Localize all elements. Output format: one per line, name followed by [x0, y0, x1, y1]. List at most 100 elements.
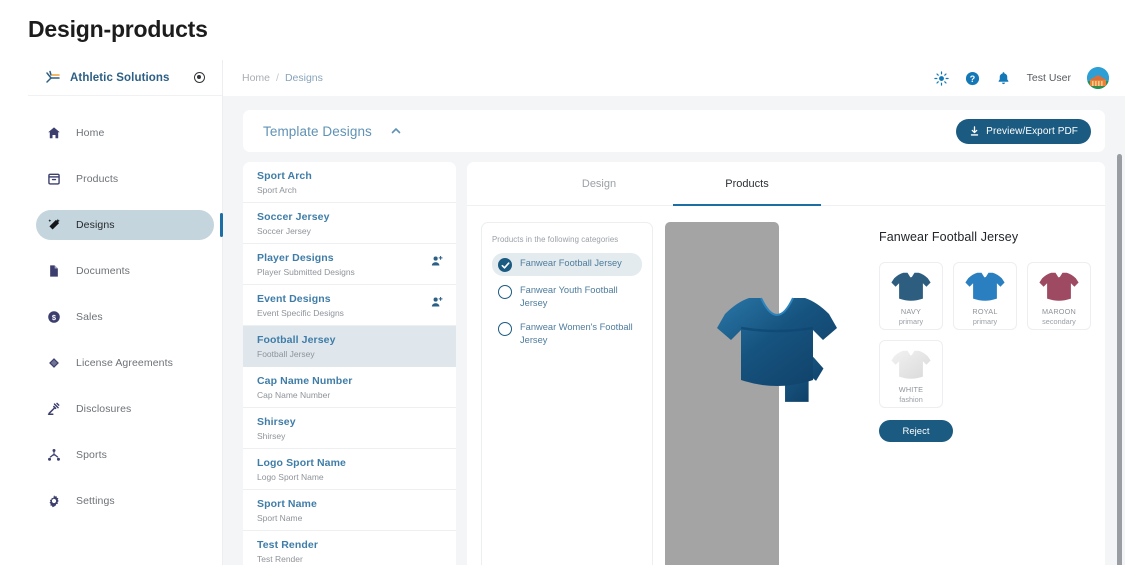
tab-products[interactable]: Products — [673, 162, 821, 206]
app-window: Athletic Solutions Home Products Designs Do… — [28, 60, 1125, 565]
template-list-item[interactable]: Football Jersey Football Jersey — [243, 326, 456, 367]
color-name: ROYAL — [972, 307, 998, 316]
template-description: Football Jersey — [257, 349, 315, 359]
reject-button[interactable]: Reject — [879, 420, 953, 442]
sidebar-item-sports[interactable]: Sports — [36, 440, 214, 470]
color-swatch[interactable]: ROYAL primary — [953, 262, 1017, 330]
jersey-thumbnail-icon — [1038, 269, 1080, 303]
brightness-icon[interactable] — [933, 70, 949, 86]
template-description: Cap Name Number — [257, 390, 331, 400]
template-name: Football Jersey — [257, 334, 336, 346]
color-type: secondary — [1042, 317, 1076, 326]
download-icon — [969, 125, 980, 137]
template-description: Sport Name — [257, 513, 303, 523]
category-option[interactable]: Fanwear Football Jersey — [492, 253, 642, 276]
template-list-item[interactable]: Soccer Jersey Soccer Jersey — [243, 203, 456, 244]
help-circle-icon[interactable]: ? — [965, 71, 980, 86]
sidebar-item-label: Designs — [76, 219, 115, 231]
color-name: WHITE — [898, 385, 924, 394]
sidebar-item-disclosures[interactable]: Disclosures — [36, 394, 214, 424]
tab-design[interactable]: Design — [525, 162, 673, 205]
category-label: Fanwear Women's Football Jersey — [520, 322, 633, 345]
jersey-thumbnail-icon — [890, 269, 932, 303]
page-title: Design-products — [28, 16, 208, 42]
sidebar-item-label: Settings — [76, 495, 115, 507]
scrollbar-thumb[interactable] — [1117, 154, 1122, 565]
template-list-item[interactable]: Player Designs Player Submitted Designs — [243, 244, 456, 285]
color-name: NAVY — [900, 307, 922, 316]
template-name: Soccer Jersey — [257, 211, 330, 223]
radio-icon[interactable] — [498, 285, 512, 299]
jersey-thumbnail-icon — [964, 269, 1006, 303]
bell-icon[interactable] — [996, 71, 1011, 86]
categories-caption: Products in the following categories — [492, 235, 619, 244]
category-list: Fanwear Football Jersey Fanwear Youth Foo… — [492, 253, 642, 350]
template-list-item[interactable]: Cap Name Number Cap Name Number — [243, 367, 456, 408]
template-name: Event Designs — [257, 293, 331, 305]
diamond-icon — [46, 355, 62, 371]
jersey-preview-image — [715, 284, 855, 426]
sidebar-item-designs[interactable]: Designs — [36, 210, 223, 240]
color-type: primary — [972, 317, 998, 326]
avatar[interactable] — [1087, 67, 1109, 89]
gear-icon — [46, 493, 62, 509]
template-list-item[interactable]: Logo Sport Name Logo Sport Name — [243, 449, 456, 490]
category-label: Fanwear Football Jersey — [520, 258, 622, 268]
template-name: Player Designs — [257, 252, 334, 264]
add-person-icon[interactable] — [431, 255, 443, 267]
brand-name: Athletic Solutions — [70, 71, 170, 84]
color-name: MAROON — [1041, 307, 1077, 316]
sports-network-icon — [46, 447, 62, 463]
sidebar-item-sales[interactable]: $ Sales — [36, 302, 214, 332]
sidebar-item-settings[interactable]: Settings — [36, 486, 214, 516]
home-icon — [46, 125, 62, 141]
template-name: Sport Name — [257, 498, 317, 510]
radio-icon[interactable] — [498, 322, 512, 337]
add-person-icon[interactable] — [431, 296, 443, 308]
template-name: Sport Arch — [257, 170, 312, 182]
scrollbar-track[interactable] — [1114, 96, 1125, 565]
category-option[interactable]: Fanwear Youth Football Jersey — [492, 280, 642, 313]
archive-box-icon — [46, 171, 62, 187]
sidebar-item-license-agreements[interactable]: License Agreements — [36, 348, 214, 378]
color-swatch[interactable]: MAROON secondary — [1027, 262, 1091, 330]
template-list-item[interactable]: Event Designs Event Specific Designs — [243, 285, 456, 326]
template-list-item[interactable]: Sport Name Sport Name — [243, 490, 456, 531]
sidebar-item-label: Sports — [76, 449, 107, 461]
product-name: Fanwear Football Jersey — [879, 230, 1019, 244]
panel-title: Template Designs — [263, 123, 372, 139]
template-description: Test Render — [257, 554, 303, 564]
checked-radio-icon[interactable] — [498, 258, 512, 272]
template-name: Logo Sport Name — [257, 457, 347, 469]
sidebar-item-label: Disclosures — [76, 403, 132, 415]
jersey-thumbnail-icon — [890, 347, 932, 381]
breadcrumb: Home / Designs — [242, 72, 323, 84]
tab-bar: Design Products — [467, 162, 1105, 206]
template-description: Shirsey — [257, 431, 286, 441]
sidebar-item-home[interactable]: Home — [36, 118, 214, 148]
template-description: Player Submitted Designs — [257, 267, 355, 277]
template-description: Event Specific Designs — [257, 308, 344, 318]
color-swatch[interactable]: WHITE fashion — [879, 340, 943, 408]
breadcrumb-item-home[interactable]: Home — [242, 72, 270, 84]
sidebar-item-products[interactable]: Products — [36, 164, 214, 194]
chevron-up-icon[interactable] — [390, 125, 402, 137]
template-name: Test Render — [257, 539, 319, 551]
template-list-item[interactable]: Test Render Test Render — [243, 531, 456, 565]
template-list-item[interactable]: Shirsey Shirsey — [243, 408, 456, 449]
preview-export-pdf-label: Preview/Export PDF — [986, 125, 1078, 137]
sidebar-item-documents[interactable]: Documents — [36, 256, 214, 286]
preview-export-pdf-button[interactable]: Preview/Export PDF — [956, 118, 1091, 144]
template-list-item[interactable]: Sport Arch Sport Arch — [243, 162, 456, 203]
detail-card: Design Products Products in the following… — [467, 162, 1105, 565]
document-icon — [46, 263, 62, 279]
collapse-toggle-icon[interactable] — [194, 72, 205, 83]
category-option[interactable]: Fanwear Women's Football Jersey — [492, 317, 642, 350]
breadcrumb-item-designs[interactable]: Designs — [285, 72, 323, 84]
brand-header: Athletic Solutions — [28, 60, 222, 96]
color-swatch[interactable]: NAVY primary — [879, 262, 943, 330]
product-categories-box: Products in the following categories Fan… — [481, 222, 653, 565]
magic-wand-icon — [46, 217, 62, 233]
sidebar-item-label: License Agreements — [76, 357, 173, 369]
sidebar-item-label: Documents — [76, 265, 131, 277]
